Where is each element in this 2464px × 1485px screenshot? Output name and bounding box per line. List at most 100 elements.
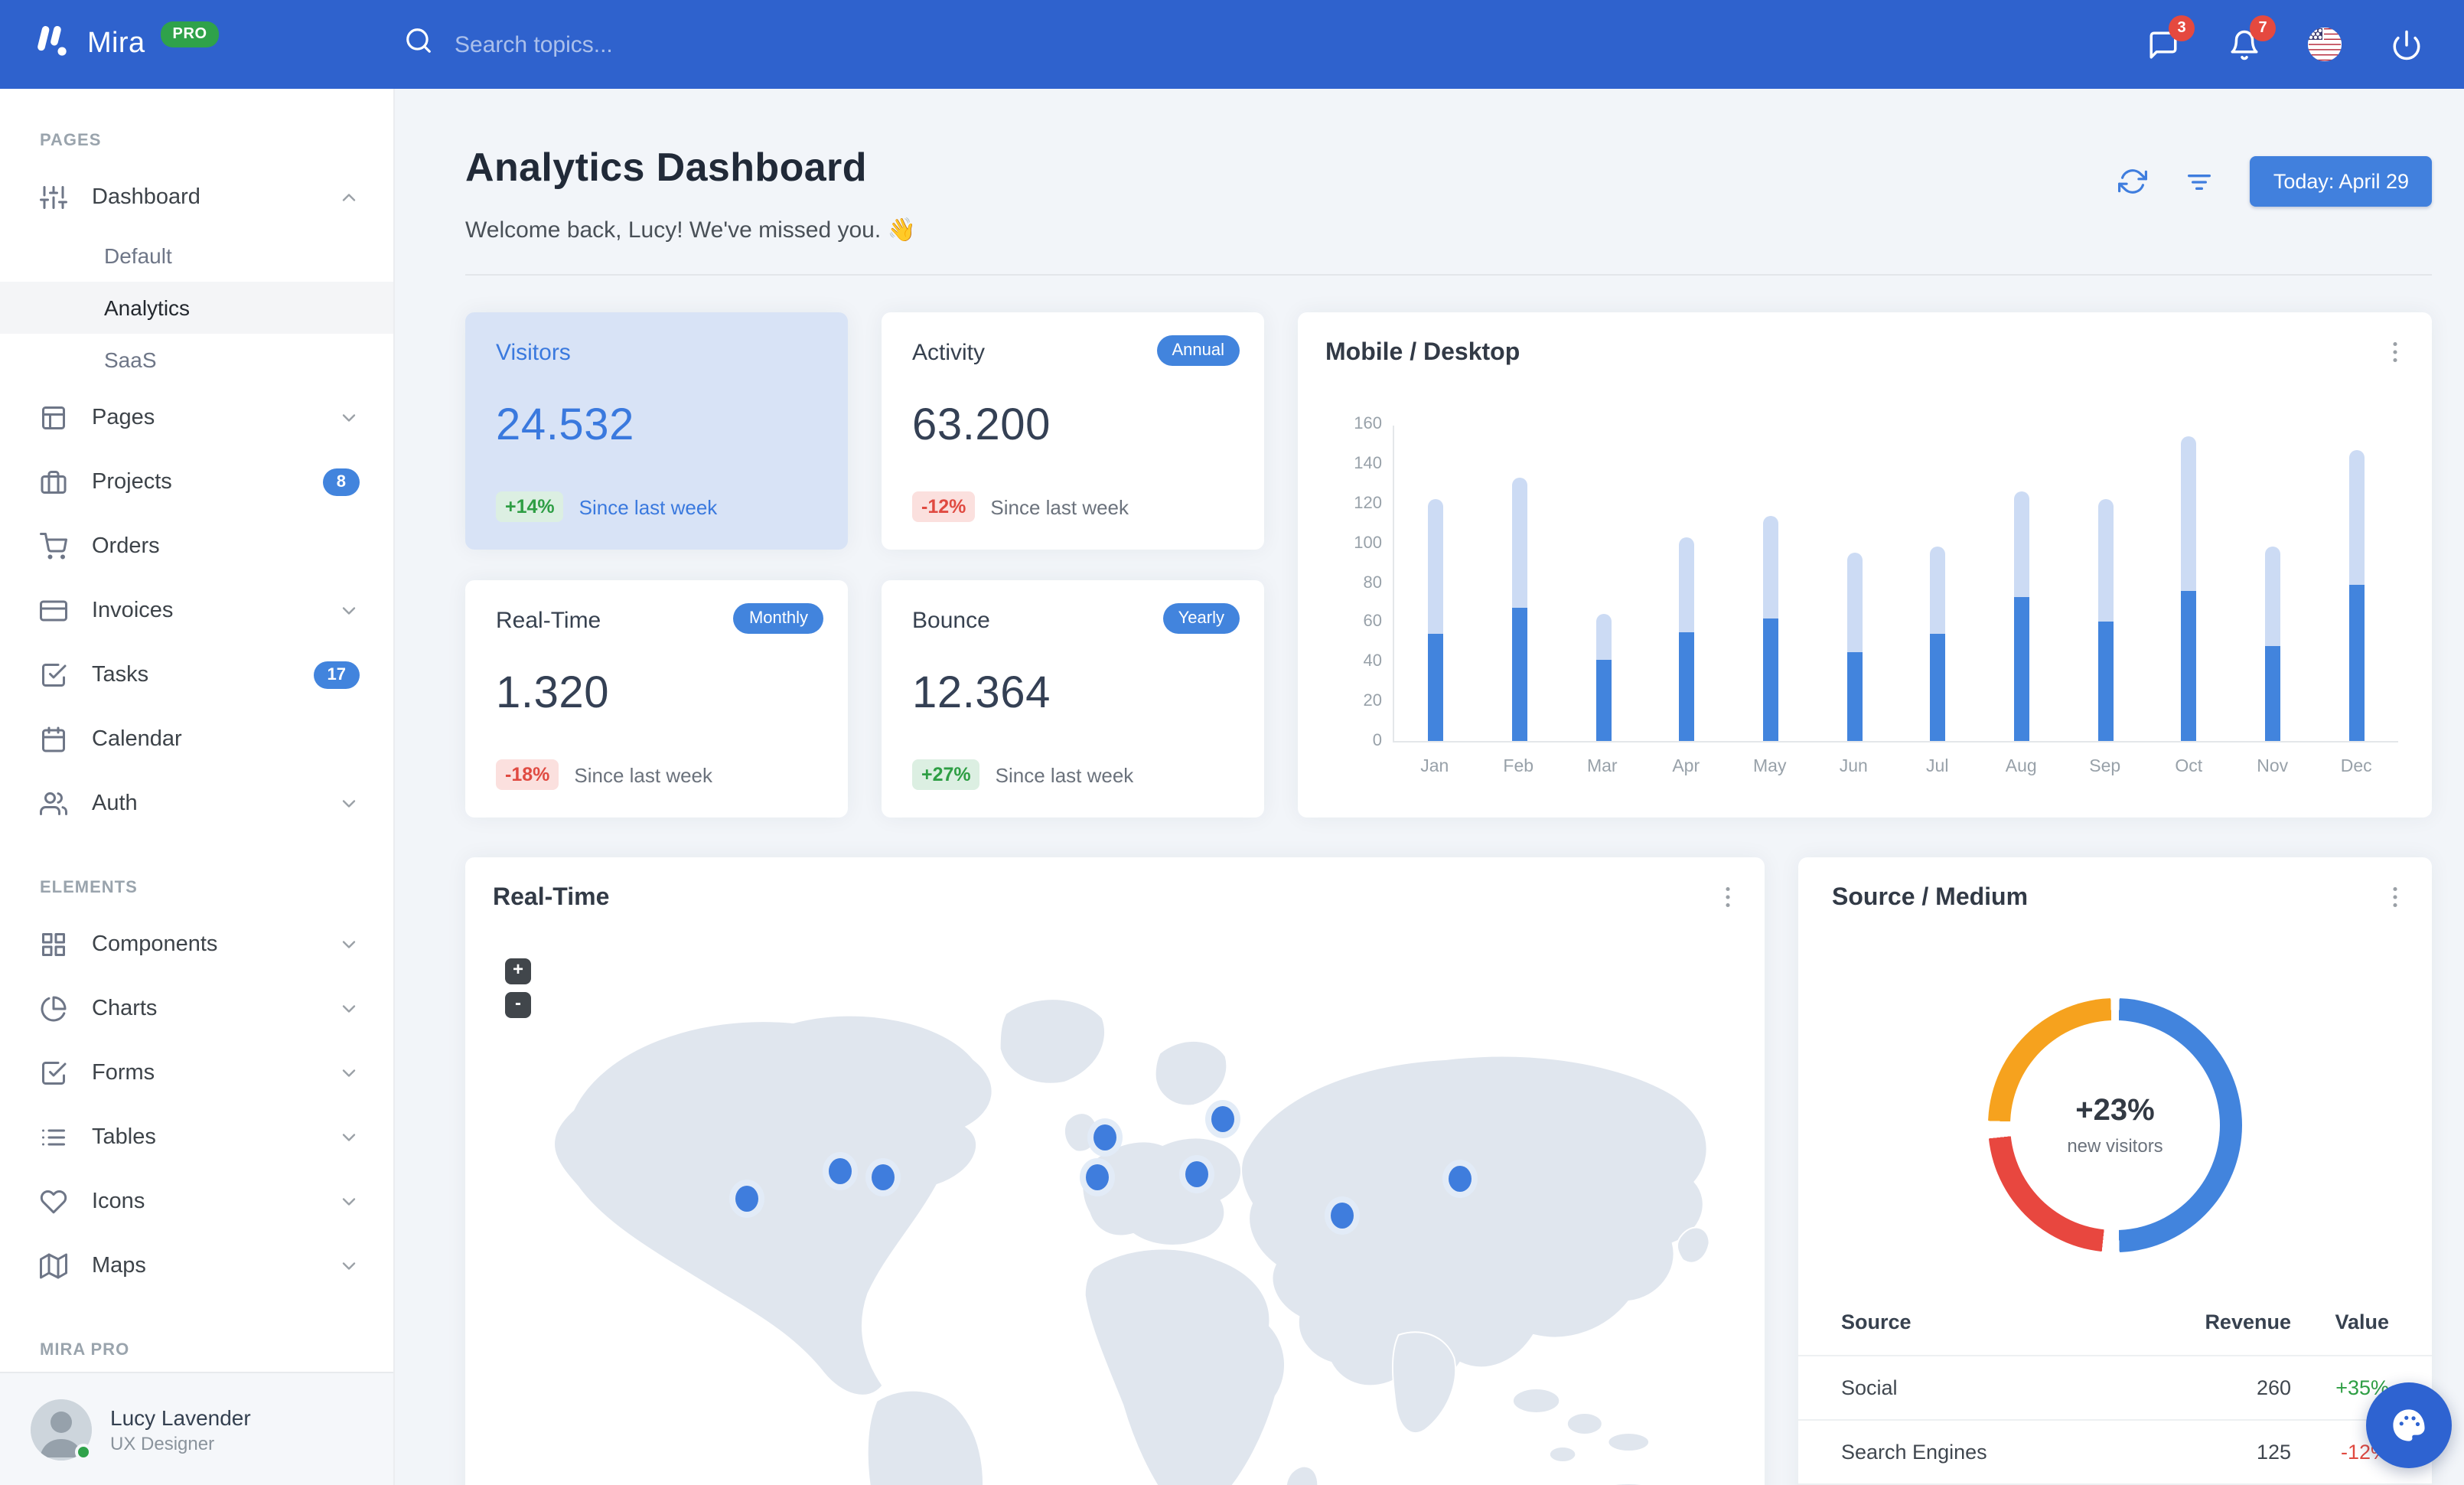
date-button[interactable]: Today: April 29 — [2250, 156, 2432, 207]
mira-logo-icon — [31, 20, 72, 69]
x-axis-label-sep: Sep — [2089, 758, 2121, 776]
sidebar-section-label: MIRA PRO — [40, 1341, 130, 1359]
power-icon — [2392, 29, 2420, 60]
bar-aug[interactable] — [1980, 426, 2063, 741]
chevron-icon — [342, 1198, 356, 1206]
bar-nov[interactable] — [2231, 426, 2314, 741]
map-menu-button[interactable] — [1709, 879, 1746, 915]
bar-mobile-segment — [1930, 634, 1946, 741]
navbar-search[interactable] — [404, 26, 2144, 63]
sidebar-item-maps[interactable]: Maps — [0, 1234, 393, 1298]
map-marker[interactable] — [735, 1186, 758, 1212]
notifications-count-badge: 7 — [2250, 15, 2276, 41]
sliders-icon — [40, 186, 67, 209]
chevron-icon — [342, 1134, 356, 1141]
sidebar-item-tasks[interactable]: Tasks 17 — [0, 643, 393, 707]
chevron-down-icon — [338, 998, 360, 1020]
bar-jun[interactable] — [1813, 426, 1896, 741]
sidebar-item-icons[interactable]: Icons — [0, 1170, 393, 1234]
stat-value: 63.200 — [912, 401, 1051, 450]
bar-oct[interactable] — [2147, 426, 2231, 741]
bar-jan[interactable] — [1394, 426, 1478, 741]
language-flag-button[interactable] — [2306, 26, 2343, 63]
sidebar-item-dashboard[interactable]: Dashboard — [0, 165, 393, 230]
map-marker[interactable] — [829, 1158, 852, 1184]
filter-button[interactable] — [2183, 165, 2217, 198]
main-content: Analytics Dashboard Welcome back, Lucy! … — [395, 89, 2464, 1485]
stat-period-pill[interactable]: Monthly — [733, 603, 823, 634]
map-marker[interactable] — [1093, 1124, 1116, 1150]
chevron-down-icon — [338, 934, 360, 955]
stat-note: Since last week — [579, 495, 718, 518]
sidebar-subitem-default[interactable]: Default — [0, 230, 393, 282]
bar-sep[interactable] — [2064, 426, 2147, 741]
chevron-icon — [342, 194, 356, 201]
stat-card-bounce: Bounce Yearly 12.364 +27% Since last week — [882, 580, 1264, 818]
chart-menu-button[interactable] — [2377, 334, 2413, 370]
messages-button[interactable]: 3 — [2144, 15, 2195, 63]
stat-value: 1.320 — [496, 669, 610, 718]
messages-count-badge: 3 — [2169, 15, 2195, 41]
stat-note: Since last week — [574, 763, 713, 786]
bar-may[interactable] — [1729, 426, 1812, 741]
bar-apr[interactable] — [1645, 426, 1729, 741]
search-input[interactable] — [455, 31, 852, 57]
sidebar-subitem-saas[interactable]: SaaS — [0, 334, 393, 386]
bar-mar[interactable] — [1562, 426, 1645, 741]
logout-button[interactable] — [2387, 26, 2424, 63]
pro-badge: PRO — [160, 21, 220, 47]
bar-jul[interactable] — [1896, 426, 1980, 741]
sidebar-subitem-analytics[interactable]: Analytics — [0, 282, 393, 334]
sidebar-item-orders[interactable]: Orders — [0, 514, 393, 579]
kebab-icon — [1726, 886, 1730, 908]
app-root: Mira PRO 3 7 — [0, 0, 2464, 1485]
map-zoom-out-button[interactable]: - — [505, 992, 531, 1018]
notifications-button[interactable]: 7 — [2225, 15, 2276, 63]
table-header-source: Source — [1841, 1310, 1912, 1333]
chevron-down-icon — [338, 1062, 360, 1084]
brand[interactable]: Mira PRO — [0, 20, 364, 69]
stat-delta-badge: -18% — [496, 759, 559, 790]
y-axis-tick-label: 60 — [1363, 612, 1383, 632]
map-marker[interactable] — [1185, 1161, 1208, 1187]
sidebar-count-badge: 17 — [313, 661, 360, 689]
stat-card-visitors: Visitors 24.532 +14% Since last week — [465, 312, 848, 550]
map-marker[interactable] — [1086, 1164, 1109, 1190]
sidebar-section-label: PAGES — [40, 132, 102, 150]
sidebar-item-forms[interactable]: Forms — [0, 1041, 393, 1105]
sidebar-item-invoices[interactable]: Invoices — [0, 579, 393, 643]
brand-name: Mira — [87, 28, 145, 60]
sidebar-item-calendar[interactable]: Calendar — [0, 707, 393, 772]
map-marker[interactable] — [1331, 1203, 1354, 1229]
bar-dec[interactable] — [2315, 426, 2398, 741]
sidebar-item-pages[interactable]: Pages — [0, 386, 393, 450]
donut-center-value: +23% — [2075, 1094, 2155, 1128]
bar-desktop-segment — [1679, 537, 1695, 741]
sidebar-item-charts[interactable]: Charts — [0, 977, 393, 1041]
sidebar-item-components[interactable]: Components — [0, 912, 393, 977]
stat-period-pill[interactable]: Yearly — [1162, 603, 1240, 634]
stat-delta-badge: +27% — [912, 759, 980, 790]
sidebar-user[interactable]: Lucy Lavender UX Designer — [0, 1372, 393, 1485]
bar-desktop-segment — [1763, 515, 1779, 741]
sidebar-item-label: Forms — [92, 1061, 155, 1085]
map-marker[interactable] — [1211, 1106, 1234, 1132]
sidebar-item-projects[interactable]: Projects 8 — [0, 450, 393, 514]
kebab-icon — [2393, 886, 2397, 908]
sidebar-item-label: Calendar — [92, 727, 182, 752]
map-zoom-in-button[interactable]: + — [505, 958, 531, 984]
map-marker[interactable] — [1449, 1166, 1472, 1192]
x-axis-label-jul: Jul — [1926, 758, 1949, 776]
map-marker[interactable] — [872, 1164, 895, 1190]
stat-delta-badge: +14% — [496, 491, 564, 522]
sidebar-item-label: Projects — [92, 470, 172, 494]
theme-settings-button[interactable] — [2366, 1382, 2452, 1468]
sidebar-item-tables[interactable]: Tables — [0, 1105, 393, 1170]
sidebar-item-label: Pages — [92, 406, 155, 430]
stat-period-pill[interactable]: Annual — [1156, 335, 1240, 366]
source-menu-button[interactable] — [2377, 879, 2413, 915]
refresh-button[interactable] — [2116, 165, 2149, 198]
sidebar-item-auth[interactable]: Auth — [0, 772, 393, 836]
top-navbar: Mira PRO 3 7 — [0, 0, 2464, 89]
bar-feb[interactable] — [1478, 426, 1561, 741]
